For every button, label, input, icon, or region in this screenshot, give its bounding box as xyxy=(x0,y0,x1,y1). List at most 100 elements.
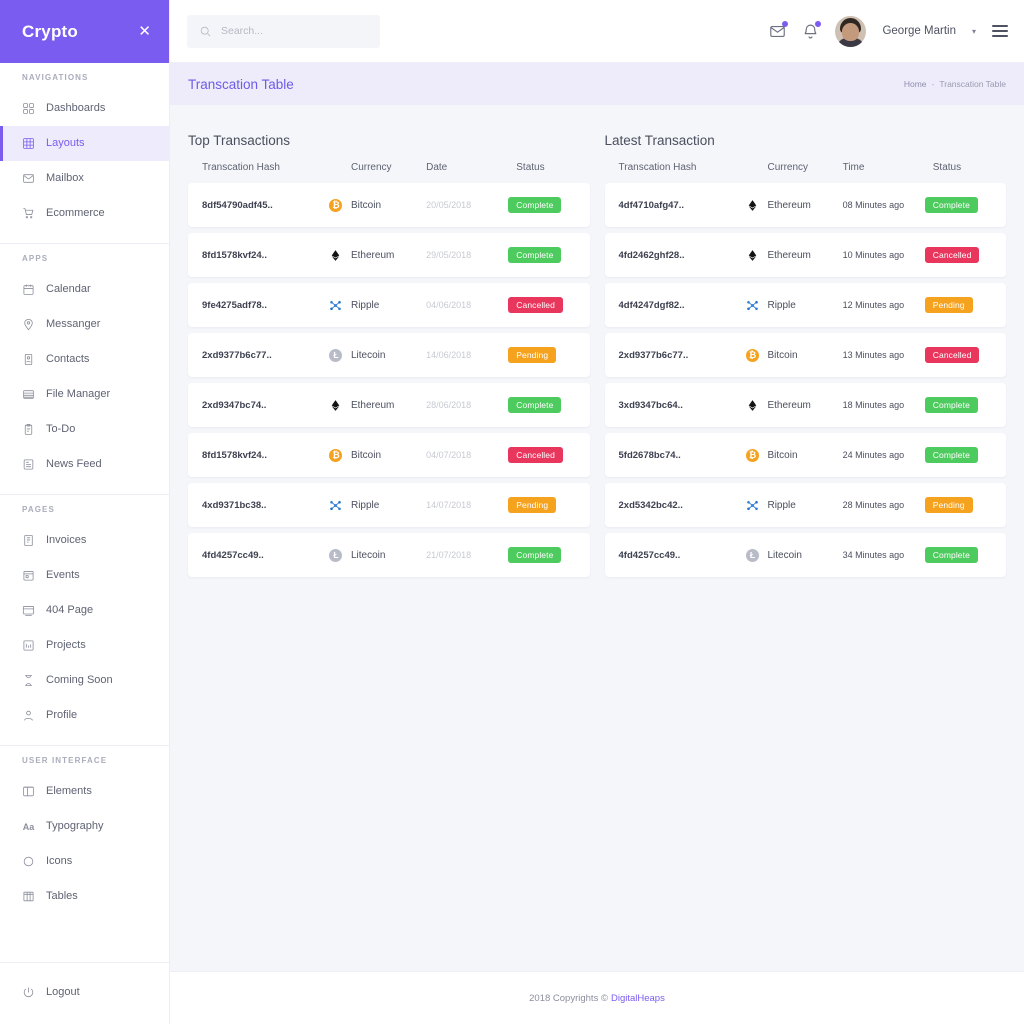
status-badge[interactable]: Complete xyxy=(508,246,562,264)
hamburger-icon[interactable] xyxy=(992,25,1008,37)
avatar[interactable] xyxy=(835,15,867,47)
table-row[interactable]: 3xd9347bc64.. Ethereum 18 Minutes ago Compl… xyxy=(604,383,1006,427)
panel-title: Top Transactions xyxy=(188,133,291,148)
status-badge[interactable]: Cancelled xyxy=(508,296,563,314)
sidebar-item-label: Dashboards xyxy=(46,102,106,114)
sidebar-item-invoices[interactable]: Invoices xyxy=(0,523,169,558)
table-row[interactable]: 8fd1578kvf24.. Ethereum 29/05/2018 Complete xyxy=(188,233,590,277)
status-badge[interactable]: Cancelled xyxy=(924,246,980,264)
status-badge[interactable]: Complete xyxy=(924,446,978,464)
table-row[interactable]: 4xd9371bc38.. Ripple 14/07/2018 Pending xyxy=(188,483,590,527)
sidebar-item-news-feed[interactable]: News Feed xyxy=(0,447,169,482)
search-input[interactable] xyxy=(221,25,361,37)
status-badge[interactable]: Complete xyxy=(508,546,562,564)
cell-transaction-hash: 8df54790adf45.. xyxy=(202,199,273,211)
cell-date: 20/05/2018 xyxy=(426,200,472,210)
close-icon[interactable]: ✕ xyxy=(138,24,151,39)
cart-icon xyxy=(22,207,35,220)
sidebar-item-contacts[interactable]: Contacts xyxy=(0,342,169,377)
table-row[interactable]: 4df4710afg47.. Ethereum 08 Minutes ago Comp… xyxy=(604,183,1006,227)
sidebar-item-coming-soon[interactable]: Coming Soon xyxy=(0,663,169,698)
sidebar-nav: NAVIGATIONS Dashboards Layouts Mailbox Ecomm… xyxy=(0,63,169,914)
table-row[interactable]: 2xd9377b6c77.. Ł Litecoin 14/06/2018 Pending xyxy=(188,333,590,377)
status-badge[interactable]: Cancelled xyxy=(924,346,980,364)
sidebar-item-events[interactable]: Events xyxy=(0,558,169,593)
sidebar-item-404-page[interactable]: 404 Page xyxy=(0,593,169,628)
status-badge[interactable]: Complete xyxy=(924,396,978,414)
sidebar-item-label: Mailbox xyxy=(46,172,84,184)
chevron-down-icon[interactable]: ▾ xyxy=(972,27,976,36)
cell-status: Complete xyxy=(924,196,992,214)
breadcrumb-home-link[interactable]: Home xyxy=(904,79,927,89)
sidebar-item-label: Messanger xyxy=(46,318,101,330)
cell-transaction-hash: 4df4710afg47.. xyxy=(618,199,684,211)
sidebar-item-calendar[interactable]: Calendar xyxy=(0,272,169,307)
status-badge[interactable]: Pending xyxy=(924,296,973,314)
sidebar-item-icons[interactable]: Icons xyxy=(0,844,169,879)
sidebar-item-to-do[interactable]: To-Do xyxy=(0,412,169,447)
sidebar-item-dashboards[interactable]: Dashboards xyxy=(0,91,169,126)
envelope-icon[interactable] xyxy=(769,20,789,40)
table-row[interactable]: 4df4247dgf82.. Ripple 12 Minutes ago Pendin… xyxy=(604,283,1006,327)
footer-brand-link[interactable]: DigitalHeaps xyxy=(611,993,665,1004)
elements-icon xyxy=(22,785,35,798)
user-name[interactable]: George Martin xyxy=(882,25,956,37)
status-badge[interactable]: Complete xyxy=(924,196,978,214)
sidebar-item-tables[interactable]: Tables xyxy=(0,879,169,914)
status-badge[interactable]: Pending xyxy=(508,346,557,364)
top-header: George Martin ▾ xyxy=(170,0,1024,63)
sidebar-item-ecommerce[interactable]: Ecommerce xyxy=(0,196,169,231)
table-row[interactable]: 4fd4257cc49.. Ł Litecoin 21/07/2018 Complete xyxy=(188,533,590,577)
table-row[interactable]: 2xd9347bc74.. Ethereum 28/06/2018 Complete xyxy=(188,383,590,427)
sidebar-brand: Crypto ✕ xyxy=(0,0,169,63)
status-badge[interactable]: Pending xyxy=(924,496,973,514)
search-box[interactable] xyxy=(187,14,380,48)
table-row[interactable]: 4fd2462ghf28.. Ethereum 10 Minutes ago Canc… xyxy=(604,233,1006,277)
table-row[interactable]: 4fd4257cc49.. Ł Litecoin 34 Minutes ago Comp… xyxy=(604,533,1006,577)
currency-label: Ethereum xyxy=(767,199,811,211)
sidebar-item-elements[interactable]: Elements xyxy=(0,774,169,809)
eth-coin-icon xyxy=(745,198,759,212)
cell-time: 34 Minutes ago xyxy=(842,550,905,560)
table-row[interactable]: 8df54790adf45.. ₿ Bitcoin 20/05/2018 Complet… xyxy=(188,183,590,227)
cell-date: 14/07/2018 xyxy=(426,500,472,510)
sidebar-item-label: To-Do xyxy=(46,423,76,435)
cell-status: Complete xyxy=(508,396,575,414)
sidebar-item-profile[interactable]: Profile xyxy=(0,698,169,733)
cell-time: 28 Minutes ago xyxy=(842,500,905,510)
sidebar-item-label: Profile xyxy=(46,709,78,721)
cell-time: 12 Minutes ago xyxy=(842,300,905,310)
hourglass-icon xyxy=(22,674,35,687)
sidebar-item-file-manager[interactable]: File Manager xyxy=(0,377,169,412)
cell-transaction-hash: 5fd2678bc74.. xyxy=(618,449,681,461)
cell-date: 04/07/2018 xyxy=(426,450,472,460)
status-badge[interactable]: Complete xyxy=(924,546,978,564)
table-row[interactable]: 5fd2678bc74.. ₿ Bitcoin 24 Minutes ago Compl… xyxy=(604,433,1006,477)
calendar-icon xyxy=(22,283,35,296)
sidebar-item-layouts[interactable]: Layouts xyxy=(0,126,169,161)
table-row[interactable]: 8fd1578kvf24.. ₿ Bitcoin 04/07/2018 Cancelle… xyxy=(188,433,590,477)
sidebar-item-label: Events xyxy=(46,569,80,581)
table-row[interactable]: 2xd9377b6c77.. ₿ Bitcoin 13 Minutes ago Canc… xyxy=(604,333,1006,377)
status-badge[interactable]: Complete xyxy=(508,396,562,414)
status-badge[interactable]: Complete xyxy=(508,196,562,214)
currency-label: Litecoin xyxy=(767,549,802,561)
status-badge[interactable]: Cancelled xyxy=(508,446,563,464)
sidebar-item-label: Tables xyxy=(46,890,78,902)
table-row[interactable]: 2xd5342bc42.. Ripple 28 Minutes ago Pending xyxy=(604,483,1006,527)
sidebar-item-projects[interactable]: Projects xyxy=(0,628,169,663)
sidebar-item-logout[interactable]: Logout xyxy=(0,975,169,1010)
bell-icon[interactable] xyxy=(802,20,822,40)
breadcrumb-bar: Transcation Table Home - Transcation Tab… xyxy=(170,63,1024,105)
status-badge[interactable]: Pending xyxy=(508,496,557,514)
cell-date: 29/05/2018 xyxy=(426,250,472,260)
cell-currency: ₿ Bitcoin xyxy=(329,448,426,462)
sidebar-item-mailbox[interactable]: Mailbox xyxy=(0,161,169,196)
cell-date: 28/06/2018 xyxy=(426,400,472,410)
currency-label: Ripple xyxy=(350,499,380,511)
sidebar-item-messanger[interactable]: Messanger xyxy=(0,307,169,342)
cell-status: Cancelled xyxy=(924,246,992,264)
cell-transaction-hash: 2xd9377b6c77.. xyxy=(618,349,689,361)
table-row[interactable]: 9fe4275adf78.. Ripple 04/06/2018 Cancelled xyxy=(188,283,590,327)
sidebar-item-typography[interactable]: Aa Typography xyxy=(0,809,169,844)
